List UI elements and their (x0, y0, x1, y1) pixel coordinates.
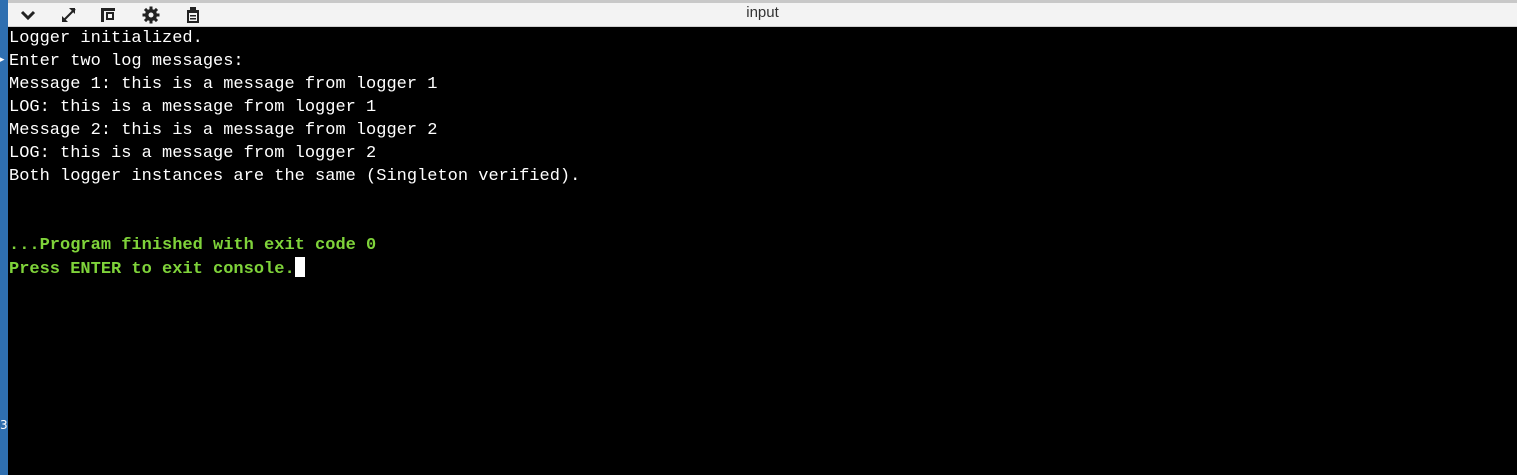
text-cursor (294, 257, 305, 277)
left-strip-marker-bottom: 3 (0, 418, 8, 432)
console-line: LOG: this is a message from logger 2 (9, 144, 377, 163)
console-title: input (746, 4, 779, 21)
layout-icon[interactable] (97, 5, 119, 25)
console-line: Message 1: this is a message from logger… (9, 75, 438, 94)
console-line: Logger initialized. (9, 29, 203, 48)
exit-status-line: ...Program finished with exit code 0 (9, 236, 377, 255)
expand-icon[interactable] (58, 5, 80, 25)
console-line: LOG: this is a message from logger 1 (9, 98, 377, 117)
clipboard-icon[interactable] (182, 5, 204, 25)
left-sidebar-strip: ▸ 3 (0, 0, 8, 475)
press-enter-text: Press ENTER to exit console. (9, 260, 295, 279)
left-strip-marker: ▸ (0, 55, 5, 65)
console-output[interactable]: Logger initialized. Enter two log messag… (8, 27, 1517, 475)
console-toolbar: input (8, 0, 1517, 27)
gear-icon[interactable] (140, 5, 162, 25)
press-enter-prompt: Press ENTER to exit console. (9, 257, 1517, 280)
console-line: Message 2: this is a message from logger… (9, 121, 438, 140)
chevron-down-icon[interactable] (17, 5, 39, 25)
console-window: ▸ 3 input Logger initialized. Enter two … (0, 0, 1517, 475)
console-line: Both logger instances are the same (Sing… (9, 167, 581, 186)
console-line: Enter two log messages: (9, 52, 244, 71)
